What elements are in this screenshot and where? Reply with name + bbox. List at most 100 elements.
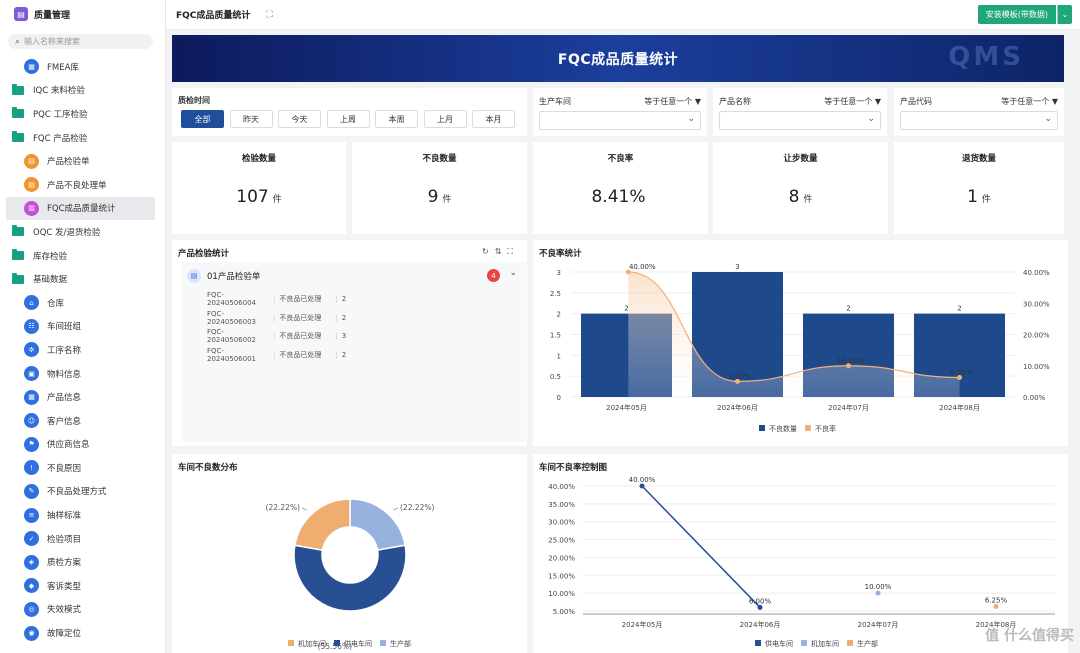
sidebar-item[interactable]: ✎ 不良品处理方式 — [0, 480, 165, 504]
product-name-select[interactable]: ⌄ — [719, 111, 881, 130]
sidebar-item[interactable]: 基础数据 — [0, 267, 165, 291]
y-tick-label: 10.00% — [548, 590, 575, 598]
product-code-filter-operator[interactable]: 等于任意一个 ▼ — [1001, 96, 1058, 107]
series-point[interactable] — [993, 604, 999, 610]
install-template-button[interactable]: 安装模板(带数据) — [977, 5, 1056, 24]
app-title: 质量管理 — [34, 10, 71, 21]
legend-label[interactable]: 不良率 — [815, 424, 836, 433]
y-tick-label: 25.00% — [548, 537, 575, 545]
sidebar-item[interactable]: ≡ 抽样标准 — [0, 503, 165, 527]
sidebar-item[interactable]: ◉ 故障定位 — [0, 621, 165, 645]
pie-slice[interactable] — [293, 498, 351, 552]
sidebar-item[interactable]: ▤ 产品不良处理单 — [0, 173, 165, 197]
sidebar-item[interactable]: ◈ 质检方案 — [0, 550, 165, 574]
y-tick-label: 15.00% — [548, 572, 575, 580]
sidebar-item[interactable]: ▤ 产品检验单 — [0, 149, 165, 173]
sidebar-item[interactable]: ◆ 客诉类型 — [0, 574, 165, 598]
legend-label[interactable]: 供电车间 — [344, 639, 372, 648]
series-point[interactable] — [875, 590, 881, 596]
sidebar-item[interactable]: ⌂ 仓库 — [0, 291, 165, 315]
chevron-down-icon[interactable]: ⌄ — [1057, 5, 1072, 24]
expand-icon[interactable]: ⛶ — [266, 10, 272, 20]
sidebar-item[interactable]: ◎ 失效模式 — [0, 598, 165, 622]
banner-title: FQC成品质量统计 — [557, 51, 679, 68]
refresh-icon[interactable]: ↻ — [482, 247, 495, 256]
record-row[interactable]: FQC-20240506004 | 不良品已处理 | 2 — [207, 291, 346, 307]
sidebar-item-label: 产品检验单 — [47, 157, 90, 168]
legend-swatch — [847, 640, 853, 646]
sort-icon[interactable]: ⇅ — [495, 247, 508, 256]
legend-label[interactable]: 不良数量 — [769, 424, 797, 433]
series-point[interactable] — [639, 483, 645, 489]
workshop-filter-operator[interactable]: 等于任意一个 ▼ — [644, 96, 701, 107]
sidebar-item[interactable]: ▣ 物料信息 — [0, 362, 165, 386]
pie-slice[interactable] — [293, 544, 407, 612]
sidebar-item[interactable]: IQC 来料检验 — [0, 79, 165, 103]
sidebar-item[interactable]: ▦ 产品信息 — [0, 385, 165, 409]
legend-label[interactable]: 生产部 — [390, 639, 411, 648]
stats-icon: ▥ — [24, 200, 39, 216]
legend-label[interactable]: 供电车间 — [765, 639, 793, 648]
legend-label[interactable]: 机加车间 — [811, 639, 839, 648]
record-qty: 3 — [341, 332, 347, 340]
workshop-filter: 生产车间 等于任意一个 ▼ ⌄ — [533, 88, 707, 136]
sidebar-item[interactable]: ✲ 工序名称 — [0, 338, 165, 362]
document-icon: ▤ — [187, 269, 201, 283]
product-name-filter-operator[interactable]: 等于任意一个 ▼ — [824, 96, 881, 107]
record-row[interactable]: FQC-20240506003 | 不良品已处理 | 2 — [207, 310, 346, 326]
folder-icon — [12, 107, 24, 119]
record-row[interactable]: FQC-20240506001 | 不良品已处理 | 2 — [207, 347, 346, 363]
record-row[interactable]: FQC-20240506002 | 不良品已处理 | 3 — [207, 328, 346, 344]
series-point[interactable] — [757, 604, 763, 610]
sidebar-item[interactable]: ☷ 车间班组 — [0, 315, 165, 339]
defect-rate-chart: 00.511.522.530.00%10.00%20.00%30.00%40.0… — [550, 263, 1050, 433]
sidebar-item[interactable]: ! 不良原因 — [0, 456, 165, 480]
sidebar-item[interactable]: 库存检验 — [0, 244, 165, 268]
sidebar-item[interactable]: ✓ 检验项目 — [0, 527, 165, 551]
stat-value: 1件 — [967, 187, 991, 207]
product-code-select[interactable]: ⌄ — [900, 111, 1058, 130]
sidebar-item[interactable]: ▥ FQC成品质量统计 — [6, 196, 155, 221]
divider: | — [273, 350, 276, 359]
form-icon: ▤ — [24, 153, 39, 169]
time-filter-button[interactable]: 今天 — [278, 110, 321, 128]
inspection-group-header[interactable]: ▤ 01产品检验单 4 ⌄ — [182, 262, 526, 290]
time-filter-button[interactable]: 全部 — [181, 110, 224, 128]
sidebar-item-label: 基础数据 — [33, 275, 68, 286]
legend-label[interactable]: 机加车间 — [298, 639, 326, 648]
sidebar-item[interactable]: FQC 产品检验 — [0, 126, 165, 150]
sidebar-item-label: 客户信息 — [47, 416, 82, 427]
sidebar-item[interactable]: ▦ FMEA库 — [0, 55, 165, 79]
inspection-group-title: 01产品检验单 — [207, 272, 261, 282]
sidebar-item[interactable]: PQC 工序检验 — [0, 102, 165, 126]
sidebar-item[interactable]: ⚑ 供应商信息 — [0, 433, 165, 457]
fullscreen-icon[interactable]: ⛶ — [507, 247, 519, 256]
stat-label: 不良率 — [607, 154, 634, 164]
sidebar-item[interactable]: OQC 发/退货检验 — [0, 220, 165, 244]
app-header: ▤ 质量管理 — [0, 0, 165, 28]
search-input[interactable]: ⌕ 输入名称来搜索 — [8, 34, 153, 49]
time-filter-button[interactable]: 上周 — [326, 110, 370, 128]
workshop-select[interactable]: ⌄ — [539, 111, 701, 130]
time-filter-button[interactable]: 本周 — [375, 110, 418, 128]
time-filter-button[interactable]: 本月 — [472, 110, 515, 128]
sidebar-item-label: FMEA库 — [47, 62, 79, 73]
sidebar-item[interactable]: ☺ 客户信息 — [0, 409, 165, 433]
legend-swatch — [755, 640, 761, 646]
control-chart: 5.00% 10.00% 15.00% 20.00% 25.00% 30.00% 35.00… — [548, 476, 1055, 648]
control-chart-card: 车间不良率控制图 5.00% 10.00% 15.00% 20.00% 25.00% 30… — [533, 454, 1068, 653]
y-tick-label: 40.00% — [548, 483, 575, 491]
time-filter: 质检时间 全部 昨天 今天 上周 本周 上月 本月 — [172, 88, 527, 136]
stat-value: 8.41% — [591, 187, 646, 207]
legend-swatch — [759, 425, 765, 431]
point-label: 40.00% — [629, 476, 656, 484]
product-name-filter-label: 产品名称 — [719, 97, 751, 106]
time-filter-button[interactable]: 昨天 — [229, 110, 273, 128]
product-name-filter: 产品名称 等于任意一个 ▼ ⌄ — [713, 88, 887, 136]
chevron-down-icon[interactable]: ⌄ — [509, 268, 517, 278]
legend-label[interactable]: 生产部 — [857, 639, 878, 648]
y-tick-label: 20.00% — [548, 554, 575, 562]
rate-label: 10.00% — [837, 357, 864, 365]
time-filter-button[interactable]: 上月 — [423, 110, 467, 128]
pie-slice[interactable] — [349, 498, 407, 552]
